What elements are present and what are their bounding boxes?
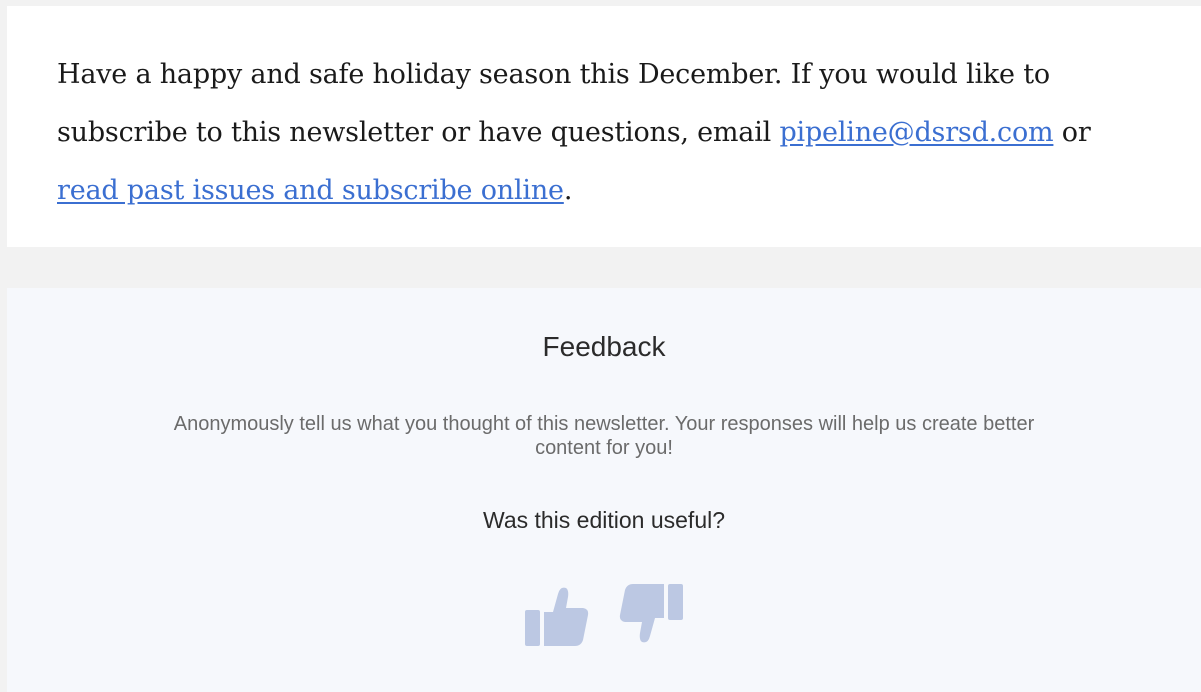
- closing-message-period: .: [563, 175, 573, 206]
- closing-message-card: Have a happy and safe holiday season thi…: [7, 6, 1201, 247]
- thumbs-up-button[interactable]: [523, 580, 589, 650]
- vote-buttons: [7, 580, 1201, 650]
- closing-message-connector: or: [1053, 117, 1091, 148]
- past-issues-link[interactable]: read past issues and subscribe online: [57, 175, 564, 206]
- thumbs-up-icon: [525, 587, 589, 646]
- closing-message: Have a happy and safe holiday season thi…: [57, 46, 1157, 220]
- email-link[interactable]: pipeline@dsrsd.com: [779, 117, 1053, 148]
- feedback-question: Was this edition useful?: [482, 507, 726, 533]
- thumbs-down-icon: [619, 584, 683, 643]
- feedback-title: Feedback: [542, 331, 666, 362]
- feedback-description: Anonymously tell us what you thought of …: [173, 413, 1035, 459]
- feedback-section: Feedback Anonymously tell us what you th…: [7, 288, 1201, 692]
- thumbs-down-button[interactable]: [619, 580, 685, 650]
